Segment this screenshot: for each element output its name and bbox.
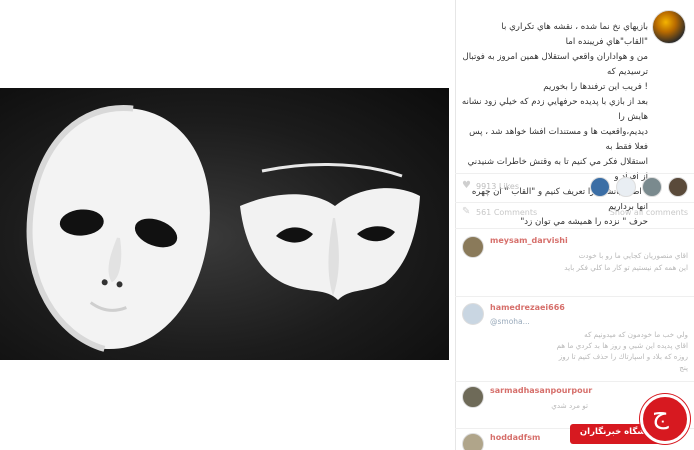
divider <box>455 173 694 174</box>
half-mask <box>240 163 420 300</box>
comment-text: روزه كه بلاد و اسپارتاك را حذف كنيم تا ر… <box>558 352 688 361</box>
comment-item: hamedrezaei666 @smoha... ولي خب ما خودمو… <box>462 303 688 379</box>
divider <box>455 202 694 203</box>
liker-avatar[interactable] <box>642 177 662 197</box>
comment-text: اقاي منصوريان كجايي ما رو با خودت <box>578 251 688 260</box>
commenter-avatar[interactable] <box>462 386 484 408</box>
likes-row: ♥ 9913 Likes <box>462 176 688 200</box>
author-avatar[interactable] <box>652 10 686 44</box>
caption-line: ديديم،واقعيت ها و مستندات افشا خواهد شد … <box>469 127 648 152</box>
caption-line: بازيهاي نخ نما شده ، نقشه هاي تكراري با … <box>501 22 648 47</box>
commenter-avatar[interactable] <box>462 236 484 258</box>
caption-line: ! فريب اين ترفندها را بخوريم <box>543 82 648 92</box>
show-all-comments-link[interactable]: Show all comments <box>610 208 688 217</box>
comment-text: اقاي پديده اين شبي و روز ها بد كردي ما ه… <box>556 341 688 350</box>
watermark-logo: باشگاه خبرنگاران ج <box>570 394 694 450</box>
comment-text: پنج <box>679 363 688 372</box>
divider <box>455 228 694 229</box>
divider <box>455 381 694 382</box>
comment-username[interactable]: meysam_darvishi <box>490 236 568 245</box>
comment-text: اين همه كم نيستيم تو كار ما كلي فكر بايد <box>564 263 688 272</box>
liker-avatar[interactable] <box>668 177 688 197</box>
masks-illustration <box>26 105 420 352</box>
comment-text: ولي خب ما خودمون كه ميدونيم كه <box>584 330 688 339</box>
caption-line: من و هواداران واقعي استقلال همين امروز ب… <box>462 52 649 77</box>
liker-avatar[interactable] <box>616 177 636 197</box>
caption-section: بازيهاي نخ نما شده ، نقشه هاي تكراري با … <box>461 10 688 227</box>
full-face-mask <box>26 105 210 352</box>
liker-avatar[interactable] <box>590 177 610 197</box>
commenter-avatar[interactable] <box>462 433 484 450</box>
heart-icon[interactable]: ♥ <box>462 180 471 191</box>
watermark-glyph: ج <box>652 400 669 430</box>
comment-icon[interactable]: ✎ <box>462 206 470 217</box>
comment-username[interactable]: hoddadfsm <box>490 433 540 442</box>
comments-row: ✎ 561 Comments Show all comments <box>462 206 688 224</box>
commenter-avatar[interactable] <box>462 303 484 325</box>
comment-mention[interactable]: @smoha... <box>490 317 530 326</box>
post-photo <box>0 0 455 450</box>
divider <box>455 296 694 297</box>
comments-count[interactable]: 561 Comments <box>476 208 537 217</box>
likes-count[interactable]: 9913 Likes <box>476 182 519 191</box>
comment-username[interactable]: hamedrezaei666 <box>490 303 565 312</box>
comment-item: meysam_darvishi اقاي منصوريان كجايي ما ر… <box>462 236 688 294</box>
caption-line: بعد از بازي با پديده حرفهايي زدم كه خيلي… <box>461 97 648 122</box>
